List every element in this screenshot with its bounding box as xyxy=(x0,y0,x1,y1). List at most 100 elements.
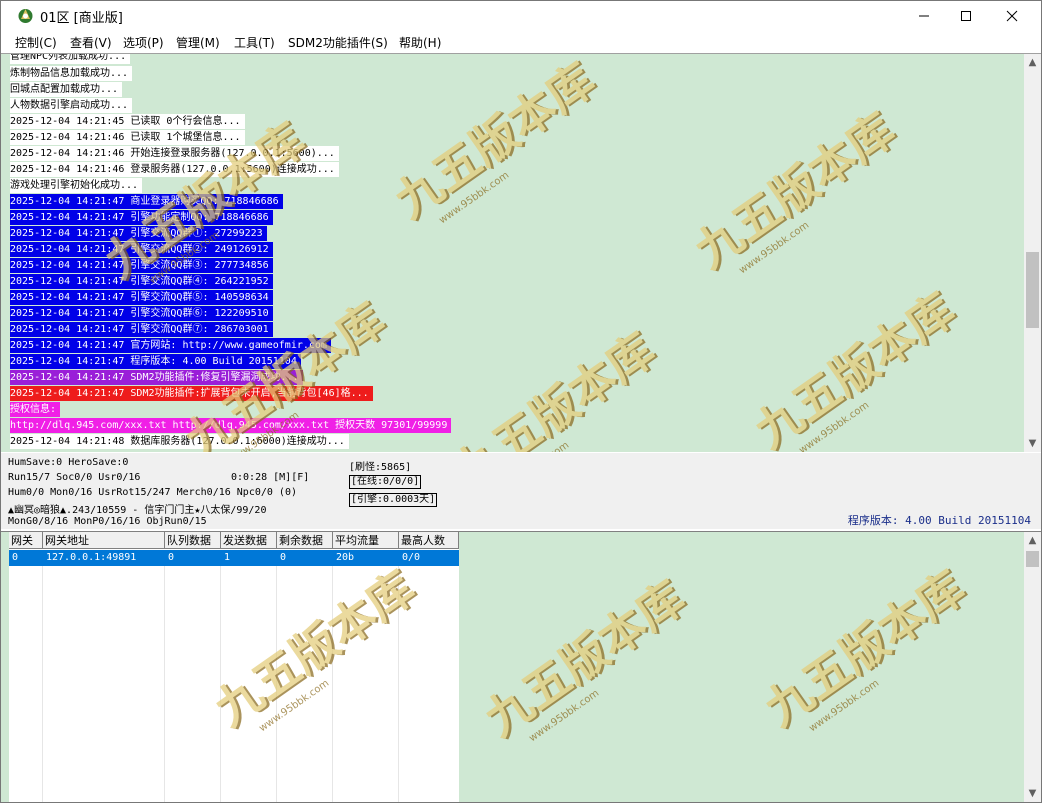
log-line: 2025-12-04 14:21:47 商业登录器购买QQ: 718846686 xyxy=(10,194,283,209)
log-line: 2025-12-04 14:21:47 引擎交流QQ群⑦: 286703001 xyxy=(10,322,273,337)
watermark-url: www.95bbk.com xyxy=(437,169,512,227)
status-hum: Hum0/0 Mon0/16 UsrRot15/247 Merch0/16 Np… xyxy=(8,487,297,498)
watermark-text: 九五版本库 xyxy=(474,570,695,747)
log-line: 2025-12-04 14:21:47 引擎交流QQ群⑥: 122209510 xyxy=(10,306,273,321)
gateway-panel: 网关 网关地址 队列数据 发送数据 剩余数据 平均流量 最高人数 0 127.0… xyxy=(1,531,1041,802)
log-line: 2025-12-04 14:21:47 引擎交流QQ群①: 27299223 xyxy=(10,226,267,241)
menu-manage[interactable]: 管理(M) xyxy=(176,34,220,51)
scroll-up-icon[interactable]: ▲ xyxy=(1024,54,1041,71)
cell-gateway: 0 xyxy=(12,552,19,563)
engine-time: [引擎:0.0003天] xyxy=(349,493,438,507)
log-line: 2025-12-04 14:21:46 登录服务器(127.0.0.1:5600… xyxy=(10,162,339,177)
log-line: http://dlq.945.com/xxx.txt http://dlq.94… xyxy=(10,418,452,433)
scroll-thumb[interactable] xyxy=(1026,551,1039,567)
cell-sent: 1 xyxy=(224,552,231,563)
grid-line xyxy=(220,550,221,802)
log-line: 人物数据引擎启动成功... xyxy=(10,98,133,113)
log-line: 2025-12-04 14:21:47 引擎交流QQ群⑤: 140598634 xyxy=(10,290,273,305)
column-header[interactable]: 平均流量 xyxy=(333,532,399,549)
grid-line xyxy=(276,550,277,802)
column-header[interactable]: 最高人数 xyxy=(399,532,459,549)
watermark: 九五版本库 www.95bbk.com xyxy=(750,553,983,748)
watermark: 九五版本库 www.95bbk.com xyxy=(440,315,673,452)
menu-control[interactable]: 控制(C) xyxy=(15,34,57,51)
watermark-text: 九五版本库 xyxy=(744,282,965,452)
watermark-text: 九五版本库 xyxy=(754,560,975,737)
column-header[interactable]: 网关地址 xyxy=(43,532,165,549)
maximize-icon xyxy=(961,11,971,21)
watermark-url: www.95bbk.com xyxy=(797,399,872,452)
grid-scrollbar[interactable]: ▲ ▼ xyxy=(1024,532,1041,802)
watermark-text: 九五版本库 xyxy=(684,102,905,279)
minimize-button[interactable] xyxy=(901,1,947,31)
log-line: 2025-12-04 14:21:47 SDM2功能插件:扩展背包未开启,当前背… xyxy=(10,386,373,401)
log-line: 2025-12-04 14:21:46 已读取 1个城堡信息... xyxy=(10,130,245,145)
minimize-icon xyxy=(919,15,929,17)
cell-remaining: 0 xyxy=(280,552,287,563)
grid-line xyxy=(164,550,165,802)
server-window: 01区 [商业版] 控制(C) 查看(V) 选项(P) 管理(M) 工具(T) … xyxy=(0,0,1042,803)
menu-options[interactable]: 选项(P) xyxy=(123,34,164,51)
online-counter: [在线:0/0/0] xyxy=(349,475,422,489)
status-save: HumSave:0 HeroSave:0 xyxy=(8,457,129,468)
cell-queue: 0 xyxy=(168,552,175,563)
close-button[interactable] xyxy=(989,1,1035,31)
scroll-thumb[interactable] xyxy=(1026,252,1039,328)
log-line: 2025-12-04 14:21:48 数据库服务器(127.0.0.1:600… xyxy=(10,434,349,449)
status-run: Run15/7 Soc0/0 Usr0/16 xyxy=(8,472,141,483)
cell-max-users: 0/0 xyxy=(402,552,421,563)
watermark: 九五版本库 www.95bbk.com xyxy=(470,563,703,758)
menu-tools[interactable]: 工具(T) xyxy=(234,34,275,51)
watermark-text: 九五版本库 xyxy=(384,53,605,229)
log-line: 游戏处理引擎初始化成功... xyxy=(10,178,143,193)
table-row[interactable]: 0 127.0.0.1:49891 0 1 0 20b 0/0 xyxy=(9,550,459,566)
log-line: 2025-12-04 14:21:47 引擎交流QQ群④: 264221952 xyxy=(10,274,273,289)
cell-avg-flow: 20b xyxy=(336,552,355,563)
log-line: 2025-12-04 14:21:47 官方网站: http://www.gam… xyxy=(10,338,331,353)
scroll-up-icon[interactable]: ▲ xyxy=(1024,532,1041,549)
gateway-table[interactable]: 网关 网关地址 队列数据 发送数据 剩余数据 平均流量 最高人数 0 127.0… xyxy=(9,532,459,802)
watermark-url: www.95bbk.com xyxy=(737,219,812,277)
menu-bar: 控制(C) 查看(V) 选项(P) 管理(M) 工具(T) SDM2功能插件(S… xyxy=(1,31,1041,52)
log-scrollbar[interactable]: ▲ ▼ xyxy=(1024,54,1041,452)
grid-line xyxy=(332,550,333,802)
app-icon xyxy=(18,9,33,23)
log-line: 炼制物品信息加载成功... xyxy=(10,66,133,81)
status-panel: HumSave:0 HeroSave:0 Run15/7 Soc0/0 Usr0… xyxy=(1,453,1041,529)
window-title: 01区 [商业版] xyxy=(40,11,123,26)
watermark: 九五版本库 www.95bbk.com xyxy=(680,95,913,290)
log-line: 授权信息: xyxy=(10,402,61,417)
menu-help[interactable]: 帮助(H) xyxy=(399,34,441,51)
column-header[interactable]: 发送数据 xyxy=(221,532,277,549)
cell-address: 127.0.0.1:49891 xyxy=(46,552,137,563)
status-mon: MonG0/8/16 MonP0/16/16 ObjRun0/15 xyxy=(8,516,207,527)
log-line: 2025-12-04 14:21:47 SDM2功能插件:修复引擎漏洞成功... xyxy=(10,370,303,385)
column-header[interactable]: 剩余数据 xyxy=(277,532,333,549)
maximize-button[interactable] xyxy=(943,1,989,31)
grid-line xyxy=(42,550,43,802)
program-version: 程序版本: 4.00 Build 20151104 xyxy=(847,514,1031,527)
log-line: 2025-12-04 14:21:47 引擎功能定制QQ: 718846686 xyxy=(10,210,273,225)
scroll-down-icon[interactable]: ▼ xyxy=(1024,435,1041,452)
log-line: 管理NPC列表加载成功... xyxy=(10,54,131,64)
watermark: 九五版本库 www.95bbk.com xyxy=(380,53,613,240)
menu-view[interactable]: 查看(V) xyxy=(70,34,112,51)
watermark: 九五版本库 www.95bbk.com xyxy=(740,275,973,452)
title-bar[interactable]: 01区 [商业版] xyxy=(1,1,1041,31)
scroll-down-icon[interactable]: ▼ xyxy=(1024,785,1041,802)
watermark-text: 九五版本库 xyxy=(444,322,665,452)
log-line: 2025-12-04 14:21:47 程序版本: 4.00 Build 201… xyxy=(10,354,301,369)
refresh-monster-counter: [刷怪:5865] xyxy=(349,462,412,473)
status-uptime: 0:0:28 [M][F] xyxy=(231,472,310,483)
log-line: 2025-12-04 14:21:47 引擎交流QQ群②: 249126912 xyxy=(10,242,273,257)
watermark-url: www.95bbk.com xyxy=(497,369,672,452)
menu-sdm2-plugin[interactable]: SDM2功能插件(S) xyxy=(288,34,388,51)
watermark-url: www.95bbk.com xyxy=(527,687,602,745)
watermark-url: www.95bbk.com xyxy=(807,677,882,735)
close-icon xyxy=(1006,10,1018,22)
column-header[interactable]: 网关 xyxy=(9,532,43,549)
log-panel[interactable]: 管理NPC列表加载成功... 炼制物品信息加载成功... 回城点配置加载成功..… xyxy=(1,53,1041,452)
column-header[interactable]: 队列数据 xyxy=(165,532,221,549)
log-line: 回城点配置加载成功... xyxy=(10,82,123,97)
log-line: 2025-12-04 14:21:47 引擎交流QQ群③: 277734856 xyxy=(10,258,273,273)
